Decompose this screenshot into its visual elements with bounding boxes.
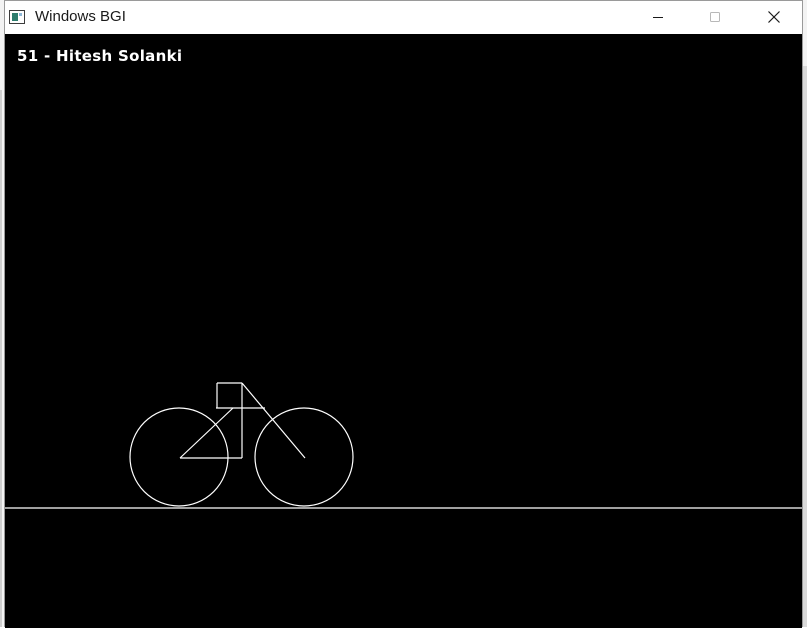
- app-icon-pane-small: [19, 13, 22, 16]
- background-window-edge-right: [803, 66, 807, 627]
- minimize-icon: [653, 17, 663, 18]
- graphics-canvas: 51 - Hitesh Solanki: [5, 34, 802, 628]
- maximize-icon: [710, 12, 720, 22]
- front-fork: [241, 382, 306, 459]
- window-title: Windows BGI: [35, 8, 126, 25]
- bgi-window: Windows BGI 51 - Hitesh Solanki: [4, 0, 803, 628]
- minimize-button[interactable]: [635, 1, 681, 33]
- close-icon: [768, 11, 780, 23]
- frame-diagonal: [179, 407, 234, 459]
- app-icon-pane: [12, 13, 18, 21]
- app-icon[interactable]: [9, 10, 25, 24]
- rear-wheel: [129, 407, 229, 507]
- close-button[interactable]: [751, 1, 797, 33]
- background-window-edge: [0, 90, 2, 627]
- bicycle-drawing: [5, 382, 802, 509]
- maximize-button[interactable]: [692, 1, 738, 33]
- title-bar[interactable]: Windows BGI: [5, 1, 802, 34]
